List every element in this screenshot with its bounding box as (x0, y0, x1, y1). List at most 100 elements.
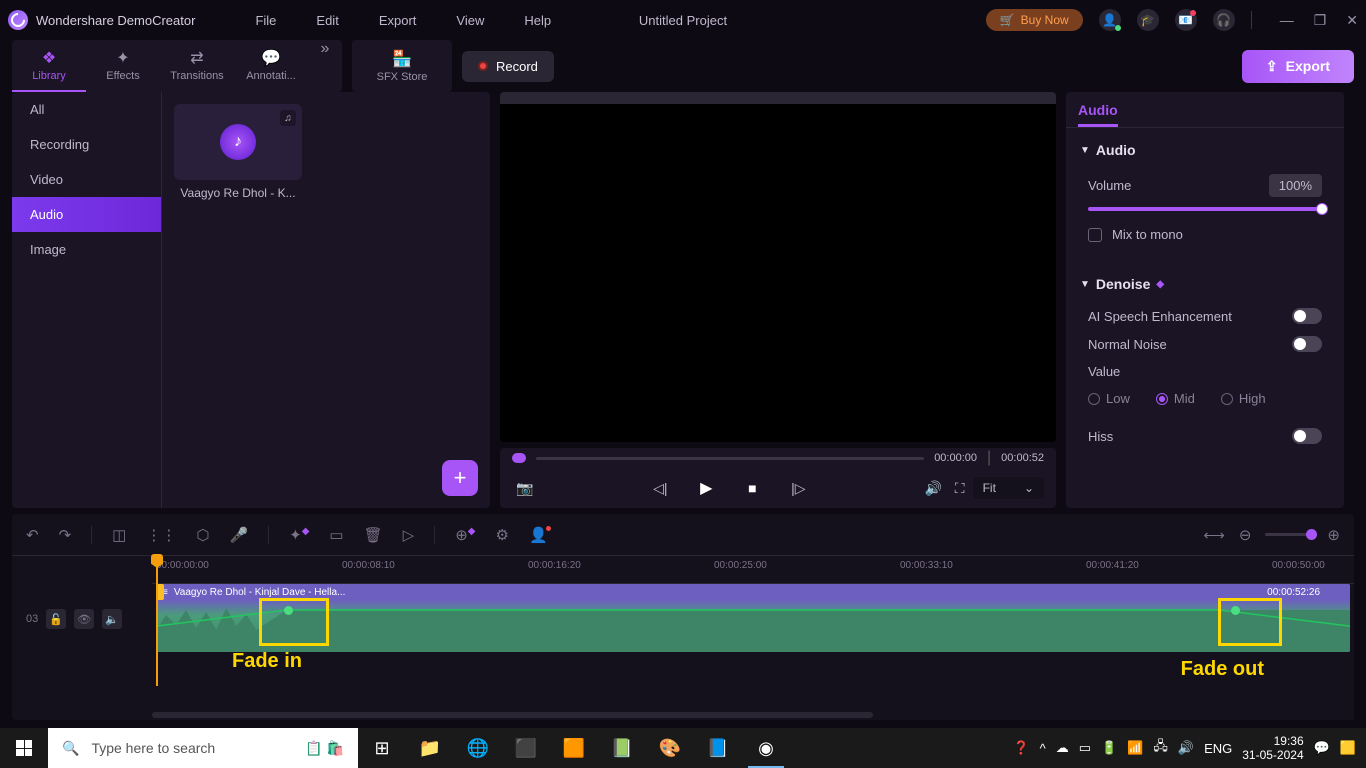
menu-help[interactable]: Help (524, 13, 551, 28)
menu-edit[interactable]: Edit (316, 13, 338, 28)
tray-onedrive-icon[interactable]: ☁ (1056, 740, 1069, 756)
tray-battery-icon[interactable]: 🔋 (1101, 740, 1117, 756)
ai-tool-button[interactable]: ✦◆ (289, 526, 309, 544)
radio-high[interactable]: High (1221, 391, 1266, 406)
taskbar-clock[interactable]: 19:36 31-05-2024 (1242, 734, 1303, 763)
hiss-toggle[interactable] (1292, 428, 1322, 444)
ai-speech-toggle[interactable] (1292, 308, 1322, 324)
timeline-scrollbar[interactable] (152, 710, 1354, 720)
mix-checkbox[interactable] (1088, 228, 1102, 242)
fit-timeline-button[interactable]: ⟷ (1203, 526, 1225, 544)
tray-meet-icon[interactable]: ▭ (1079, 740, 1091, 756)
section-audio-header[interactable]: ▼ Audio (1066, 132, 1344, 168)
timeline-ruler[interactable]: 00:00:00:00 00:00:08:10 00:00:16:20 00:0… (152, 556, 1354, 584)
mix-to-mono-row[interactable]: Mix to mono (1066, 221, 1344, 248)
audio-clip[interactable]: ≡ Vaagyo Re Dhol - Kinjal Dave - Hella..… (156, 584, 1350, 652)
split-button[interactable]: ⋮⋮ (146, 526, 176, 544)
snapshot-button[interactable]: 📷 (512, 480, 538, 497)
track-content[interactable]: ≡ Vaagyo Re Dhol - Kinjal Dave - Hella..… (152, 584, 1354, 654)
prev-frame-button[interactable]: ◁| (647, 480, 673, 497)
scrollbar-thumb[interactable] (152, 712, 873, 718)
tab-library[interactable]: ❖ Library (12, 40, 86, 92)
fullscreen-button[interactable]: ⛶ (947, 480, 973, 497)
person-button[interactable]: 👤 (529, 526, 551, 544)
progress-bar[interactable]: 00:00:00 | 00:00:52 (500, 448, 1056, 468)
mic-button[interactable]: 🎤 (229, 526, 248, 544)
group-button[interactable]: ▭ (329, 526, 343, 544)
word-icon[interactable]: 📘 (694, 728, 742, 768)
minimize-button[interactable]: — (1280, 12, 1294, 29)
app-icon[interactable]: 🟧 (550, 728, 598, 768)
visibility-button[interactable]: 👁 (74, 609, 94, 629)
progress-knob[interactable] (512, 453, 526, 463)
excel-icon[interactable]: 📗 (598, 728, 646, 768)
delete-button[interactable]: 🗑 (364, 526, 383, 544)
start-button[interactable] (0, 728, 48, 768)
cursor-button[interactable]: ▷ (403, 526, 415, 544)
explorer-icon[interactable]: 📁 (406, 728, 454, 768)
gift-icon[interactable]: 📧 (1175, 9, 1197, 31)
graduation-icon[interactable]: 🎓 (1137, 9, 1159, 31)
tray-help-icon[interactable]: ❓ (1013, 740, 1029, 756)
zoom-in-button[interactable]: ⊕ (1327, 526, 1340, 544)
menu-view[interactable]: View (456, 13, 484, 28)
volume-knob[interactable] (1316, 203, 1328, 215)
lib-item-all[interactable]: All (12, 92, 161, 127)
buy-now-button[interactable]: 🛒 Buy Now (986, 9, 1083, 31)
radio-low[interactable]: Low (1088, 391, 1130, 406)
lib-item-audio[interactable]: Audio (12, 197, 161, 232)
taskview-icon[interactable]: ⊞ (358, 728, 406, 768)
normal-noise-toggle[interactable] (1292, 336, 1322, 352)
volume-slider[interactable] (1066, 203, 1344, 221)
playhead[interactable] (156, 556, 158, 686)
media-item[interactable]: ♪ ♫ Vaagyo Re Dhol - K... (174, 104, 302, 200)
tray-volume-icon[interactable]: 🔊 (1178, 740, 1194, 756)
taskbar-search[interactable]: 🔍 Type here to search 📋 🛍️ (48, 728, 358, 768)
tab-transitions[interactable]: ⇄ Transitions (160, 40, 234, 92)
adjust-button[interactable]: ⚙ (495, 526, 508, 544)
lock-button[interactable]: 🔓 (46, 609, 66, 629)
add-media-button[interactable]: + (442, 460, 478, 496)
record-button[interactable]: Record (462, 51, 554, 82)
close-button[interactable]: ✕ (1346, 12, 1358, 29)
app-icon[interactable]: ⬛ (502, 728, 550, 768)
section-denoise-header[interactable]: ▼ Denoise ◆ (1066, 266, 1344, 302)
zoom-slider[interactable] (1265, 533, 1313, 536)
volume-icon[interactable]: 🔊 (921, 480, 947, 497)
lib-item-image[interactable]: Image (12, 232, 161, 267)
stop-button[interactable]: ■ (739, 480, 765, 496)
props-body[interactable]: ▼ Audio Volume 100% Mix to mono ▼ Denois… (1066, 128, 1344, 508)
tab-effects[interactable]: ✦ Effects (86, 40, 160, 92)
tray-notifications-icon[interactable]: 💬 (1314, 740, 1330, 756)
more-tabs-button[interactable]: » (308, 40, 342, 58)
zoom-knob[interactable] (1306, 529, 1317, 540)
tray-bluetooth-icon[interactable]: 🖧 (1153, 737, 1168, 759)
paint-icon[interactable]: 🎨 (646, 728, 694, 768)
fit-select[interactable]: Fit ⌄ (973, 477, 1044, 499)
tray-lang[interactable]: ENG (1204, 741, 1232, 756)
chrome-icon[interactable]: 🌐 (454, 728, 502, 768)
next-frame-button[interactable]: |▷ (785, 480, 811, 497)
menu-file[interactable]: File (255, 13, 276, 28)
tray-app-icon[interactable]: 🟨 (1340, 740, 1356, 756)
democreator-icon[interactable]: ◉ (742, 728, 790, 768)
mute-button[interactable]: 🔈 (102, 609, 122, 629)
speed-button[interactable]: ⊕◆ (455, 526, 475, 544)
tab-annotations[interactable]: 💬 Annotati... (234, 40, 308, 92)
tray-chevron-icon[interactable]: ^ (1040, 741, 1046, 756)
volume-value[interactable]: 100% (1269, 174, 1322, 197)
crop-button[interactable]: ◫ (112, 526, 126, 544)
play-button[interactable]: ▶ (693, 478, 719, 498)
headset-icon[interactable]: 🎧 (1213, 9, 1235, 31)
tray-wifi-icon[interactable]: 📶 (1127, 740, 1143, 756)
maximize-button[interactable]: ❐ (1314, 12, 1327, 29)
props-tab-audio[interactable]: Audio (1078, 102, 1118, 127)
radio-mid[interactable]: Mid (1156, 391, 1195, 406)
tab-sfx-store[interactable]: 🏪 SFX Store (352, 40, 452, 92)
menu-export[interactable]: Export (379, 13, 417, 28)
export-button[interactable]: ⇪ Export (1242, 50, 1354, 83)
lib-item-recording[interactable]: Recording (12, 127, 161, 162)
marker-button[interactable]: ⬡ (196, 526, 209, 544)
zoom-out-button[interactable]: ⊖ (1239, 526, 1252, 544)
redo-button[interactable]: ↷ (59, 526, 72, 544)
